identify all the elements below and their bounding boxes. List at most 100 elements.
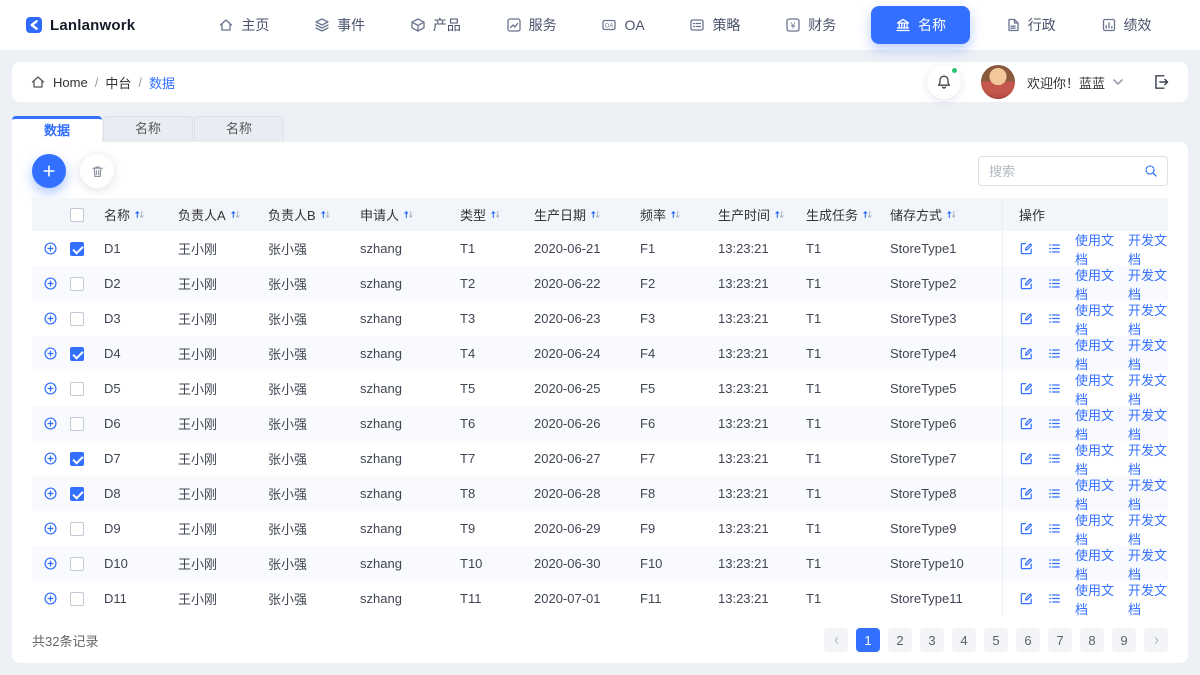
row-checkbox[interactable] [70,381,84,396]
row-checkbox[interactable] [70,591,84,606]
row-checkbox[interactable] [70,556,84,571]
op-link-0[interactable]: 使用文档 [1075,230,1115,268]
expand-row-icon[interactable] [43,241,58,256]
op-link-0[interactable]: 使用文档 [1075,300,1115,338]
row-checkbox[interactable] [70,521,84,536]
edit-icon[interactable] [1019,241,1034,256]
sort-icon[interactable] [489,208,502,221]
sort-icon[interactable] [589,208,602,221]
edit-icon[interactable] [1019,521,1034,536]
page-button-1[interactable]: 1 [856,628,880,652]
search-input[interactable] [989,163,1143,179]
page-button-6[interactable]: 6 [1016,628,1040,652]
sort-icon[interactable] [319,208,332,221]
nav-item-finance[interactable]: ¥ 财务 [775,7,846,43]
expand-row-icon[interactable] [43,381,58,396]
edit-icon[interactable] [1019,276,1034,291]
op-link-1[interactable]: 开发文档 [1128,300,1168,338]
edit-icon[interactable] [1019,381,1034,396]
op-link-0[interactable]: 使用文档 [1075,265,1115,303]
sort-icon[interactable] [402,208,415,221]
notification-bell-button[interactable] [926,65,961,99]
list-icon[interactable] [1047,486,1062,501]
nav-item-strategy[interactable]: 策略 [679,7,750,43]
row-checkbox[interactable] [70,486,84,501]
nav-item-services[interactable]: 服务 [496,7,567,43]
op-link-1[interactable]: 开发文档 [1128,265,1168,303]
page-button-9[interactable]: 9 [1112,628,1136,652]
breadcrumb-current[interactable]: 数据 [149,73,175,92]
tab-1[interactable]: 名称 [103,116,193,142]
search-icon[interactable] [1143,163,1159,179]
op-link-1[interactable]: 开发文档 [1128,230,1168,268]
nav-item-home[interactable]: 主页 [208,7,279,43]
sort-icon[interactable] [669,208,682,221]
op-link-0[interactable]: 使用文档 [1075,580,1115,618]
nav-item-admin[interactable]: 行政 [995,7,1066,43]
row-checkbox[interactable] [70,451,84,466]
nav-item-oa[interactable]: OA OA [591,9,654,41]
avatar[interactable] [980,65,1015,99]
prev-page-button[interactable] [824,628,848,652]
edit-icon[interactable] [1019,346,1034,361]
user-menu[interactable]: 欢迎你！蓝蓝 [1027,73,1126,92]
list-icon[interactable] [1047,311,1062,326]
expand-row-icon[interactable] [43,556,58,571]
sort-icon[interactable] [945,208,958,221]
op-link-1[interactable]: 开发文档 [1128,335,1168,373]
sort-icon[interactable] [133,208,146,221]
page-button-8[interactable]: 8 [1080,628,1104,652]
expand-row-icon[interactable] [43,346,58,361]
op-link-0[interactable]: 使用文档 [1075,335,1115,373]
op-link-0[interactable]: 使用文档 [1075,475,1115,513]
logout-button[interactable] [1152,73,1170,91]
breadcrumb-section[interactable]: 中台 [105,73,131,92]
row-checkbox[interactable] [70,241,84,256]
list-icon[interactable] [1047,591,1062,606]
op-link-1[interactable]: 开发文档 [1128,475,1168,513]
op-link-0[interactable]: 使用文档 [1075,440,1115,478]
list-icon[interactable] [1047,381,1062,396]
nav-item-names[interactable]: 名称 [870,6,970,44]
op-link-1[interactable]: 开发文档 [1128,405,1168,443]
op-link-0[interactable]: 使用文档 [1075,545,1115,583]
sort-icon[interactable] [861,208,874,221]
next-page-button[interactable] [1144,628,1168,652]
nav-item-products[interactable]: 产品 [400,7,471,43]
list-icon[interactable] [1047,416,1062,431]
delete-button[interactable] [80,154,114,188]
page-button-3[interactable]: 3 [920,628,944,652]
expand-row-icon[interactable] [43,591,58,606]
list-icon[interactable] [1047,521,1062,536]
op-link-0[interactable]: 使用文档 [1075,370,1115,408]
page-button-4[interactable]: 4 [952,628,976,652]
op-link-0[interactable]: 使用文档 [1075,510,1115,548]
row-checkbox[interactable] [70,311,84,326]
select-all-checkbox[interactable] [70,207,84,222]
op-link-1[interactable]: 开发文档 [1128,545,1168,583]
list-icon[interactable] [1047,556,1062,571]
expand-row-icon[interactable] [43,416,58,431]
row-checkbox[interactable] [70,416,84,431]
add-button[interactable] [32,154,66,188]
list-icon[interactable] [1047,346,1062,361]
edit-icon[interactable] [1019,311,1034,326]
expand-row-icon[interactable] [43,486,58,501]
op-link-1[interactable]: 开发文档 [1128,510,1168,548]
op-link-1[interactable]: 开发文档 [1128,370,1168,408]
sort-icon[interactable] [773,208,786,221]
nav-item-performance[interactable]: 绩效 [1091,7,1162,43]
edit-icon[interactable] [1019,591,1034,606]
tab-0[interactable]: 数据 [12,116,102,142]
expand-row-icon[interactable] [43,311,58,326]
list-icon[interactable] [1047,451,1062,466]
edit-icon[interactable] [1019,451,1034,466]
page-button-2[interactable]: 2 [888,628,912,652]
page-button-5[interactable]: 5 [984,628,1008,652]
list-icon[interactable] [1047,276,1062,291]
list-icon[interactable] [1047,241,1062,256]
edit-icon[interactable] [1019,556,1034,571]
row-checkbox[interactable] [70,346,84,361]
expand-row-icon[interactable] [43,521,58,536]
row-checkbox[interactable] [70,276,84,291]
